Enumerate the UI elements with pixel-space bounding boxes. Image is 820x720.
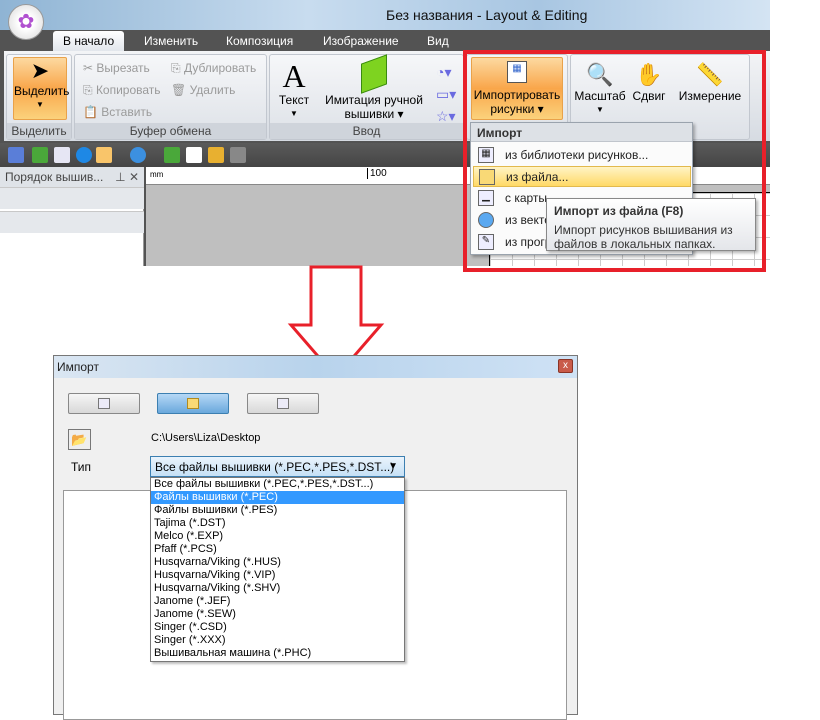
stitch-icon bbox=[361, 54, 387, 94]
design-icon[interactable] bbox=[8, 147, 24, 163]
dropdown-option[interactable]: Файлы вышивки (*.PES) bbox=[151, 504, 404, 517]
import-dialog: Импорт x 📂 C:\Users\Liza\Desktop Тип Все… bbox=[53, 355, 578, 720]
text-button[interactable]: A Текст ▼ bbox=[274, 59, 314, 121]
tab-view[interactable]: Вид bbox=[417, 31, 459, 51]
card-source-button[interactable] bbox=[247, 393, 319, 414]
dropdown-option[interactable]: Husqvarna/Viking (*.VIP) bbox=[151, 569, 404, 582]
cut-button[interactable]: ✂ Вырезать bbox=[83, 61, 150, 75]
group-input: A Текст ▼ Имитация ручной вышивки ▾ ◔▾ ▭▾ ☆▾… bbox=[269, 54, 464, 140]
highlight-box bbox=[463, 50, 766, 272]
file-type-dropdown: Все файлы вышивки (*.PEC,*.PES,*.DST...)… bbox=[150, 477, 405, 662]
dialog-title: Импорт bbox=[54, 356, 577, 378]
dropdown-option[interactable]: Файлы вышивки (*.PEC) bbox=[151, 491, 404, 504]
text-icon: A bbox=[282, 58, 306, 94]
redo-icon[interactable] bbox=[32, 147, 48, 163]
dropdown-option[interactable]: Вышивальная машина (*.PHC) bbox=[151, 647, 404, 660]
open-folder-icon[interactable] bbox=[208, 147, 224, 163]
shape-icons[interactable]: ◔▾ ▭▾ ☆▾ bbox=[436, 61, 456, 127]
app-menu-button[interactable]: ✿ bbox=[8, 4, 44, 40]
palette-icon[interactable] bbox=[54, 147, 70, 163]
circle-icon[interactable] bbox=[76, 147, 92, 163]
save-icon[interactable] bbox=[230, 147, 246, 163]
dropdown-option[interactable]: Singer (*.CSD) bbox=[151, 621, 404, 634]
dropdown-option[interactable]: Janome (*.SEW) bbox=[151, 608, 404, 621]
fill-icon[interactable] bbox=[96, 147, 112, 163]
paste-button[interactable]: 📋 Вставить bbox=[83, 105, 152, 119]
dropdown-option[interactable]: Все файлы вышивки (*.PEC,*.PES,*.DST...) bbox=[151, 478, 404, 491]
dropdown-option[interactable]: Singer (*.XXX) bbox=[151, 634, 404, 647]
file-type-select[interactable]: Все файлы вышивки (*.PEC,*.PES,*.DST...)… bbox=[150, 456, 405, 477]
duplicate-button[interactable]: ⎘ Дублировать bbox=[171, 61, 256, 76]
library-icon bbox=[98, 398, 110, 409]
tab-composition[interactable]: Композиция bbox=[216, 31, 303, 51]
type-label: Тип bbox=[71, 460, 92, 474]
copy-button[interactable]: ⎘ Копировать bbox=[83, 83, 161, 98]
hand-stitch-button[interactable]: Имитация ручной вышивки ▾ bbox=[322, 54, 426, 121]
browse-folder-button[interactable]: 📂 bbox=[68, 429, 91, 450]
title-bar: Без названия - Layout & Editing bbox=[0, 0, 770, 30]
select-button[interactable]: ➤ Выделить ▼ bbox=[13, 57, 69, 120]
dropdown-option[interactable]: Tajima (*.DST) bbox=[151, 517, 404, 530]
group-label: Ввод bbox=[270, 123, 463, 139]
close-button[interactable]: x bbox=[558, 359, 573, 373]
folder-icon bbox=[187, 398, 199, 409]
dropdown-option[interactable]: Janome (*.JEF) bbox=[151, 595, 404, 608]
library-source-button[interactable] bbox=[68, 393, 140, 414]
card-icon bbox=[277, 398, 289, 409]
folder-path: C:\Users\Liza\Desktop bbox=[151, 432, 261, 444]
new-file-icon[interactable] bbox=[186, 147, 202, 163]
delete-button[interactable]: 🗑 Удалить bbox=[171, 83, 235, 97]
dropdown-option[interactable]: Melco (*.EXP) bbox=[151, 530, 404, 543]
group-select: ➤ Выделить ▼ Выделить bbox=[6, 54, 72, 140]
cursor-icon: ➤ bbox=[30, 58, 50, 83]
tab-edit[interactable]: Изменить bbox=[134, 31, 208, 51]
chevron-down-icon: ▼ bbox=[388, 461, 398, 472]
dropdown-option[interactable]: Husqvarna/Viking (*.HUS) bbox=[151, 556, 404, 569]
rings-icon[interactable] bbox=[130, 147, 146, 163]
tab-image[interactable]: Изображение bbox=[313, 31, 409, 51]
panel-toolbar-2[interactable] bbox=[0, 211, 144, 233]
tab-home[interactable]: В начало bbox=[53, 31, 125, 51]
undo-icon[interactable] bbox=[164, 147, 180, 163]
file-source-button[interactable] bbox=[157, 393, 229, 414]
pin-close-icons[interactable]: ⊥ ✕ bbox=[115, 170, 139, 184]
dropdown-option[interactable]: Husqvarna/Viking (*.SHV) bbox=[151, 582, 404, 595]
group-clipboard: ✂ Вырезать ⎘ Копировать 📋 Вставить ⎘ Дуб… bbox=[74, 54, 267, 140]
group-label: Выделить bbox=[7, 123, 71, 139]
panel-toolbar-1[interactable] bbox=[0, 187, 144, 209]
group-label: Буфер обмена bbox=[75, 123, 266, 139]
sewing-order-panel: Порядок вышив... ⊥ ✕ bbox=[0, 167, 144, 266]
window-title: Без названия - Layout & Editing bbox=[386, 7, 588, 23]
dropdown-option[interactable]: Pfaff (*.PCS) bbox=[151, 543, 404, 556]
